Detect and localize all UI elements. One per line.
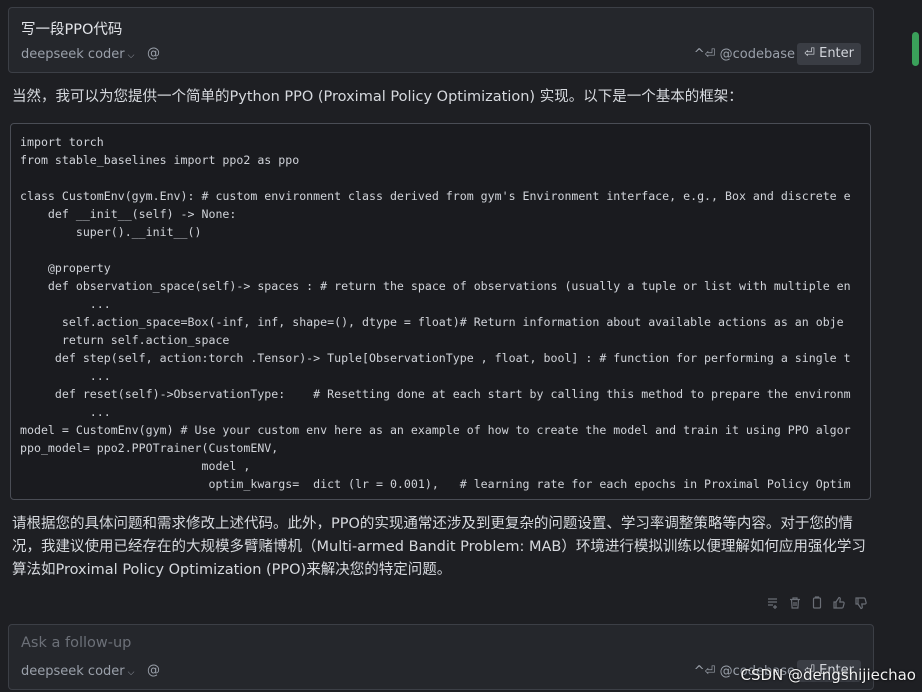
- insert-icon[interactable]: [766, 596, 780, 610]
- watermark: CSDN @dengshijiechao: [740, 666, 917, 684]
- chevron-down-icon: ⌵: [127, 668, 135, 678]
- code-block[interactable]: import torch from stable_baselines impor…: [10, 123, 871, 500]
- thumbs-up-icon[interactable]: [832, 596, 846, 610]
- response-intro: 当然，我可以为您提供一个简单的Python PPO (Proximal Poli…: [12, 89, 743, 105]
- followup-input[interactable]: Ask a follow-up: [21, 635, 131, 651]
- thumbs-down-icon[interactable]: [854, 596, 868, 610]
- response-outro: 请根据您的具体问题和需求修改上述代码。此外，PPO的实现通常还涉及到更复杂的问题…: [12, 516, 866, 578]
- model-select-label: deepseek coder: [21, 664, 125, 679]
- enter-button[interactable]: ⏎ Enter: [797, 43, 861, 65]
- model-select-label: deepseek coder: [21, 47, 125, 62]
- code-content: import torch from stable_baselines impor…: [20, 135, 851, 491]
- model-select[interactable]: deepseek coder ⌵: [21, 47, 134, 62]
- at-icon[interactable]: @: [147, 46, 160, 61]
- response-actions: [766, 596, 868, 610]
- model-select[interactable]: deepseek coder ⌵: [21, 664, 134, 679]
- trash-icon[interactable]: [788, 596, 802, 610]
- prompt-text[interactable]: 写一段PPO代码: [21, 18, 122, 39]
- copy-icon[interactable]: [810, 596, 824, 610]
- top-input-box[interactable]: 写一段PPO代码 deepseek coder ⌵ @ ^⏎ @codebase …: [8, 7, 874, 73]
- scrollbar-thumb[interactable]: [912, 32, 919, 66]
- chevron-down-icon: ⌵: [127, 51, 135, 61]
- scrollbar-track: [908, 0, 922, 692]
- codebase-shortcut[interactable]: ^⏎ @codebase: [694, 47, 795, 62]
- at-icon[interactable]: @: [147, 663, 160, 678]
